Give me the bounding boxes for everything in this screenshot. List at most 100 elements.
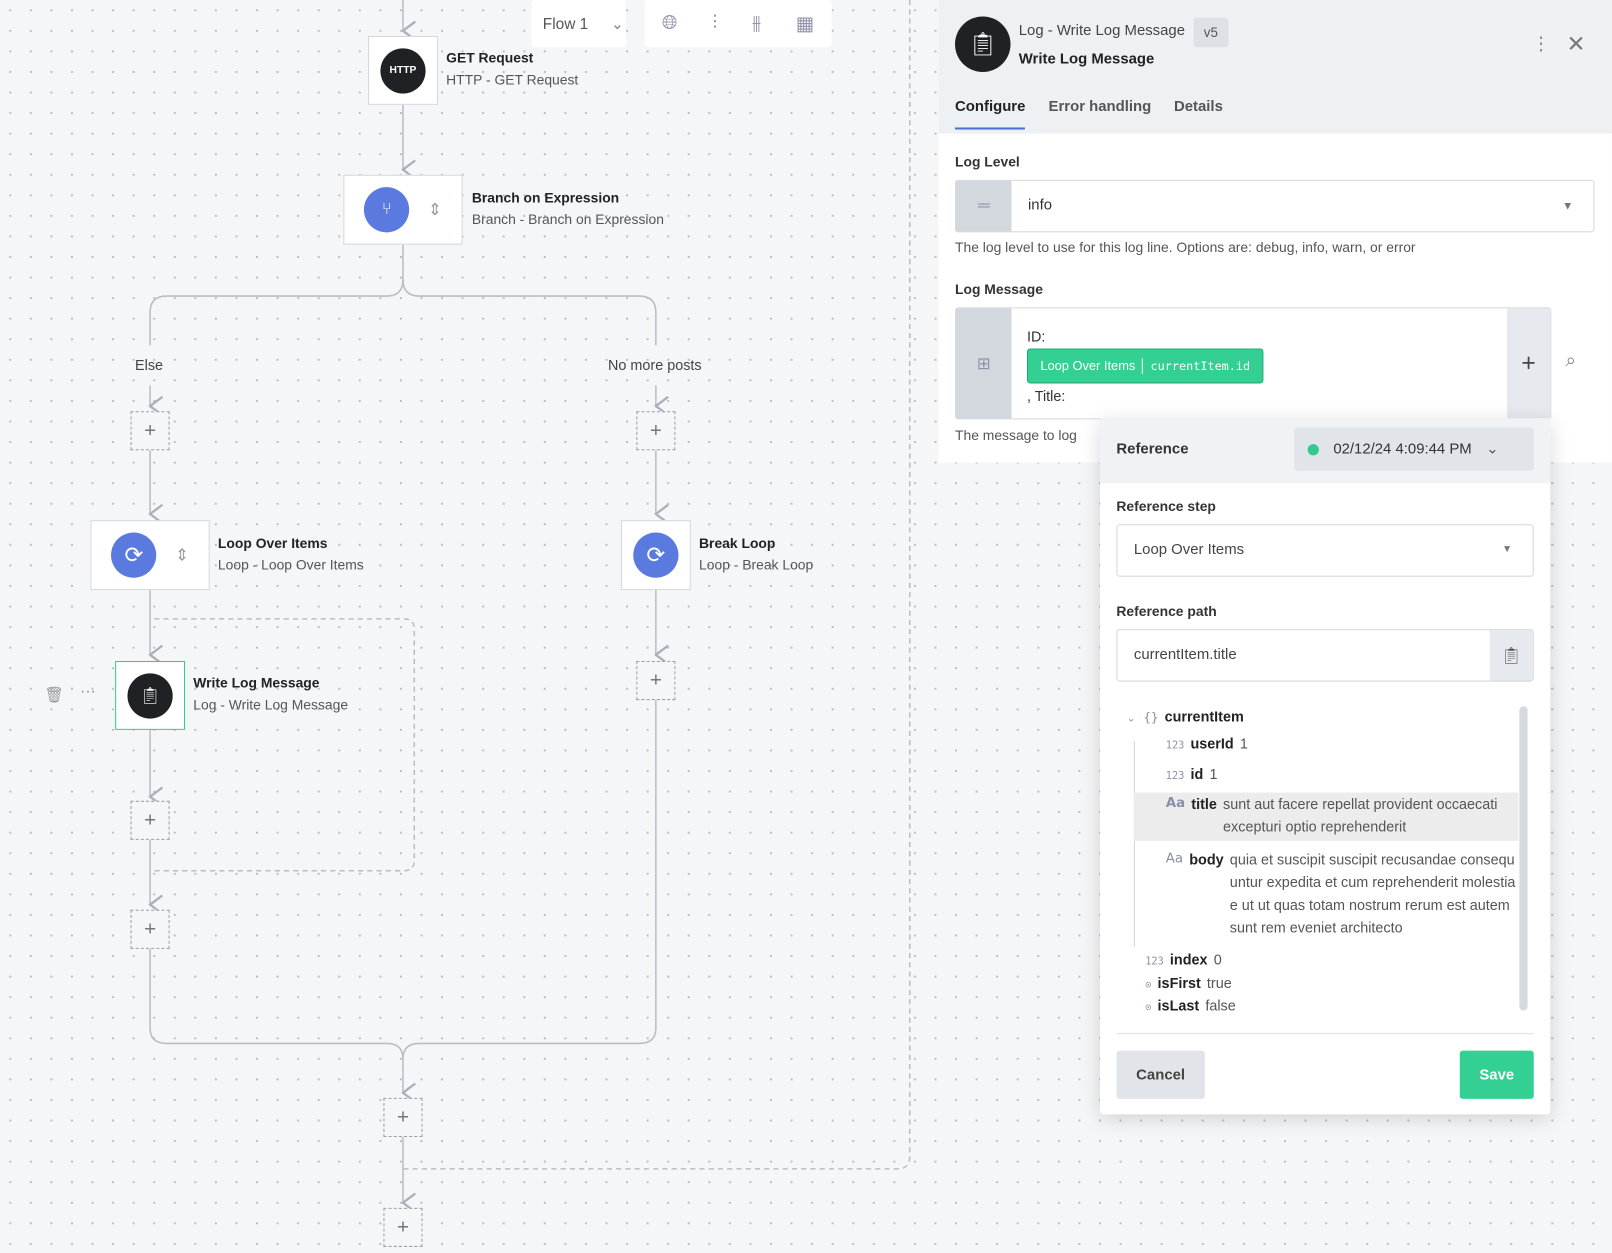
number-type-icon: 123 bbox=[1165, 771, 1185, 783]
tree-item-selected[interactable]: Aa title sunt aut facere repellat providen… bbox=[1133, 792, 1519, 841]
node-break-label: Break Loop Loop - Break Loop bbox=[699, 533, 813, 576]
message-text: , Title: bbox=[1026, 387, 1066, 405]
tree-key: currentItem bbox=[1164, 708, 1244, 725]
tree-key: body bbox=[1189, 851, 1224, 868]
tree-root[interactable]: ⌄ {} currentItem bbox=[1127, 705, 1250, 731]
loop-icon: ⟳ bbox=[633, 532, 679, 578]
branch-label-no-more-posts: No more posts bbox=[608, 356, 702, 374]
panel-title: Write Log Message bbox=[1018, 51, 1155, 68]
sliders-settings-icon[interactable]: ⫵ bbox=[752, 12, 761, 35]
caret-down-icon: ▼ bbox=[1562, 199, 1574, 213]
flow-select-value: Flow 1 bbox=[542, 14, 589, 33]
clipboard-icon: 📋︎ bbox=[955, 16, 1011, 72]
tree-key: userId bbox=[1190, 735, 1234, 752]
reference-step-select[interactable]: Loop Over Items ▼ bbox=[1116, 524, 1534, 577]
loop-icon: ⟳ bbox=[111, 532, 157, 578]
tree-guide bbox=[1133, 741, 1135, 947]
tree-item[interactable]: 123 id 1 bbox=[1166, 763, 1218, 789]
chevron-down-icon: ⌄ bbox=[610, 15, 624, 33]
log-message-input[interactable]: ⊞ ID: Loop Over Items │ currentItem.id ,… bbox=[955, 307, 1552, 420]
node-subtitle: Branch - Branch on Expression bbox=[471, 211, 664, 228]
http-icon: HTTP bbox=[380, 47, 426, 94]
step-config-panel: 📋︎ Log - Write Log Message v5 Write Log … bbox=[938, 0, 1612, 463]
tree-value: quia et suscipit suscipit recusandae con… bbox=[1229, 851, 1516, 936]
add-reference-button[interactable]: + bbox=[1507, 308, 1551, 419]
message-text: ID: bbox=[1026, 327, 1046, 345]
tree-item[interactable]: Aa body quia et suscipit suscipit recusand… bbox=[1166, 848, 1519, 938]
log-message-help: The message to log bbox=[955, 427, 1077, 444]
tree-value: 0 bbox=[1213, 950, 1222, 968]
tab-details[interactable]: Details bbox=[1174, 99, 1223, 115]
log-level-help: The log level to use for this log line. … bbox=[955, 239, 1416, 255]
insert-reference-icon[interactable]: ⊞ bbox=[956, 308, 1012, 419]
reference-chip[interactable]: Loop Over Items │ currentItem.id bbox=[1026, 348, 1264, 384]
node-subtitle: Loop - Loop Over Items bbox=[217, 557, 364, 573]
collapse-icon[interactable]: ⇕ bbox=[428, 199, 442, 220]
text-lines-icon: ═ bbox=[956, 180, 1012, 232]
add-step-button[interactable]: + bbox=[383, 1097, 423, 1137]
tree-item[interactable]: 123 userId 1 bbox=[1166, 732, 1248, 758]
reference-path-label: Reference path bbox=[1116, 603, 1217, 619]
node-break-loop[interactable]: ⟳ bbox=[620, 520, 691, 591]
node-write-log[interactable]: 📋︎ bbox=[115, 661, 186, 730]
tree-value: false bbox=[1205, 997, 1236, 1014]
clipboard-icon[interactable]: 📋︎ bbox=[1489, 630, 1533, 681]
branch-label-else: Else bbox=[135, 356, 164, 374]
reference-step-value: Loop Over Items bbox=[1133, 541, 1245, 559]
kebab-menu-icon[interactable]: ⋮ bbox=[1532, 33, 1551, 55]
close-icon[interactable]: ✕ bbox=[1567, 31, 1586, 58]
node-loop-label: Loop Over Items Loop - Loop Over Items bbox=[218, 533, 364, 576]
log-level-select[interactable]: ═ info ▼ bbox=[955, 179, 1595, 233]
toggle-type-icon: ⊙ bbox=[1145, 1002, 1152, 1014]
reference-header: Reference 02/12/24 4:09:44 PM ⌄ bbox=[1099, 418, 1551, 484]
tree-value: sunt aut facere repellat provident occae… bbox=[1223, 795, 1498, 835]
reference-path-input[interactable]: currentItem.title 📋︎ bbox=[1116, 629, 1534, 682]
node-title: Write Log Message bbox=[193, 675, 320, 691]
chevron-down-icon: ⌄ bbox=[1126, 713, 1136, 725]
grid-icon[interactable]: ▦ bbox=[796, 12, 814, 36]
search-icon[interactable]: ⌕ bbox=[1566, 350, 1576, 372]
add-step-button[interactable]: + bbox=[636, 661, 676, 701]
add-step-button[interactable]: + bbox=[130, 909, 170, 949]
node-subtitle: HTTP - GET Request bbox=[446, 71, 579, 88]
divider bbox=[1116, 1033, 1534, 1035]
string-type-icon: Aa bbox=[1165, 851, 1184, 867]
chevron-down-icon: ⌄ bbox=[1486, 441, 1499, 458]
node-loop[interactable]: ⟳ ⇕ bbox=[90, 520, 210, 591]
node-title: Break Loop bbox=[699, 535, 776, 552]
more-icon[interactable]: ··· bbox=[80, 683, 95, 700]
tab-configure[interactable]: Configure bbox=[955, 99, 1026, 130]
node-branch-label: Branch on Expression Branch - Branch on E… bbox=[472, 187, 664, 230]
trash-icon[interactable]: 🗑︎ bbox=[44, 686, 64, 704]
string-type-icon: Aa bbox=[1165, 795, 1186, 812]
globe-icon[interactable]: 🌐︎ bbox=[662, 12, 678, 35]
tree-value: 1 bbox=[1239, 735, 1248, 752]
tree-item[interactable]: 123 index 0 bbox=[1145, 948, 1222, 974]
add-step-button[interactable]: + bbox=[130, 800, 170, 840]
tree-value: true bbox=[1206, 974, 1232, 991]
tree-item[interactable]: ⊙ isLast false bbox=[1145, 994, 1236, 1020]
tree-key: isFirst bbox=[1157, 974, 1201, 991]
flow-select[interactable]: Flow 1 ⌄ bbox=[531, 0, 627, 48]
version-badge: v5 bbox=[1193, 17, 1229, 48]
node-title: GET Request bbox=[446, 50, 534, 66]
execution-select[interactable]: 02/12/24 4:09:44 PM ⌄ bbox=[1294, 427, 1534, 471]
tree-scrollbar[interactable] bbox=[1519, 706, 1528, 1011]
save-button[interactable]: Save bbox=[1459, 1050, 1534, 1099]
sliders-icon[interactable]: ⫶ bbox=[712, 12, 717, 35]
tab-error-handling[interactable]: Error handling bbox=[1049, 99, 1152, 115]
node-get-request[interactable]: HTTP bbox=[368, 35, 438, 105]
add-step-button[interactable]: + bbox=[636, 411, 676, 451]
add-step-button[interactable]: + bbox=[383, 1207, 423, 1247]
tree-value: 1 bbox=[1209, 765, 1218, 783]
log-message-label: Log Message bbox=[955, 281, 1043, 298]
node-subtitle: Loop - Break Loop bbox=[699, 557, 814, 573]
collapse-icon[interactable]: ⇕ bbox=[175, 545, 189, 566]
add-step-button[interactable]: + bbox=[130, 411, 170, 451]
node-branch[interactable]: ⑂ ⇕ bbox=[343, 174, 463, 245]
cancel-button[interactable]: Cancel bbox=[1116, 1050, 1205, 1099]
chip-step: Loop Over Items bbox=[1040, 358, 1136, 374]
number-type-icon: 123 bbox=[1145, 956, 1164, 968]
tree-key: isLast bbox=[1157, 997, 1200, 1014]
log-level-label: Log Level bbox=[955, 154, 1020, 170]
